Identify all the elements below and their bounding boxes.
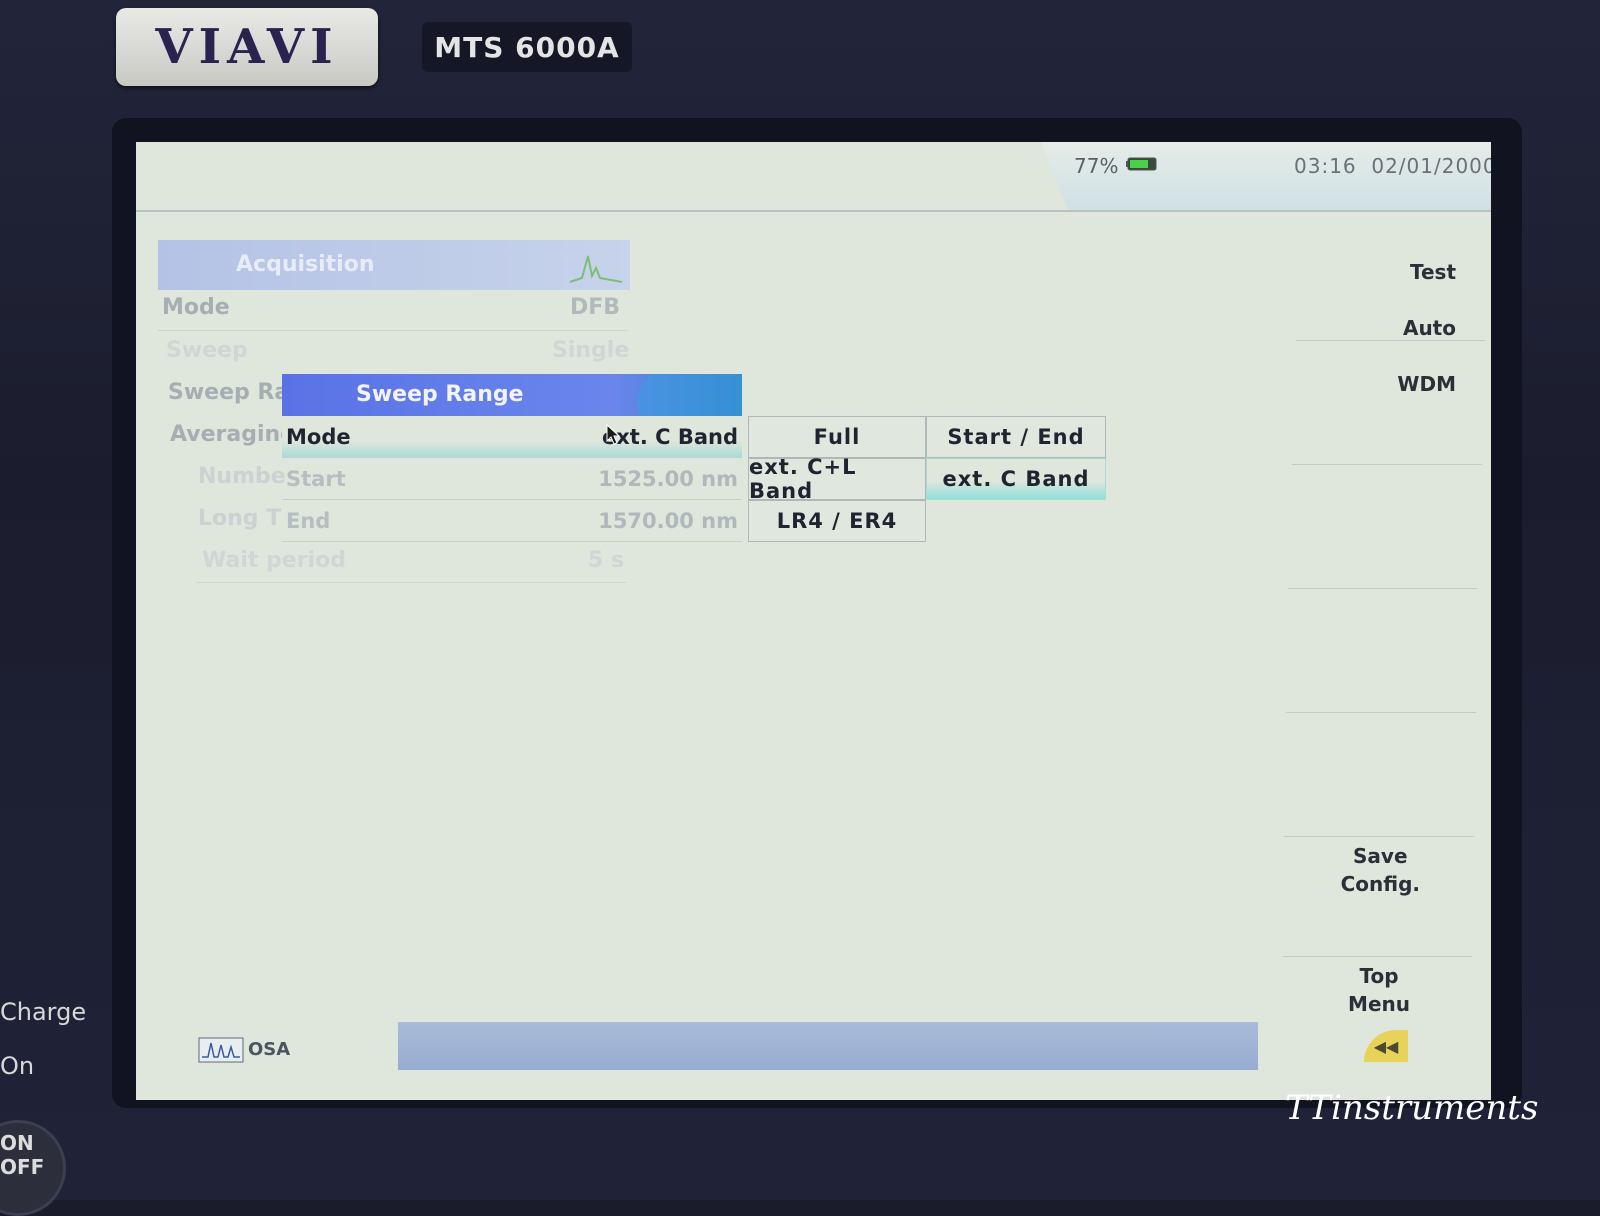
on-label: On — [0, 1052, 35, 1080]
brand-name: VIAVI — [155, 19, 339, 75]
start-value: 1525.00 nm — [598, 467, 738, 491]
option-full-label: Full — [813, 425, 861, 449]
acquisition-header: Acquisition — [158, 240, 630, 290]
softkey-test-auto-wdm[interactable]: Test Auto WDM — [1296, 212, 1486, 396]
sweep-range-title: Sweep Range — [356, 382, 524, 407]
option-lr4-er4-label: LR4 / ER4 — [776, 509, 898, 533]
softkey-3[interactable] — [1288, 464, 1478, 589]
model-plate: MTS 6000A — [422, 22, 632, 72]
divider — [196, 582, 626, 583]
clock: 03:16 02/01/2000 — [1294, 154, 1491, 178]
softkey-5[interactable] — [1284, 712, 1474, 837]
spectrum-icon — [569, 255, 623, 283]
start-label: Start — [286, 467, 346, 491]
acq-wait-value: 5 s — [588, 548, 625, 573]
osa-waveform-icon — [198, 1037, 244, 1063]
option-lr4-er4[interactable]: LR4 / ER4 — [748, 500, 926, 542]
acq-sweep-range-label: Sweep Ra — [168, 380, 290, 405]
option-start-end[interactable]: Start / End — [926, 416, 1106, 458]
time: 03:16 — [1294, 154, 1357, 178]
sweep-range-end-row[interactable]: End 1570.00 nm — [282, 500, 742, 542]
mouse-cursor-icon — [606, 424, 621, 445]
acq-sweep-value: Single — [552, 338, 630, 363]
header-swoosh — [637, 374, 742, 416]
power-off-label: OFF — [0, 1155, 45, 1179]
softkey-4[interactable] — [1286, 588, 1476, 713]
lcd-screen: 77% 03:16 02/01/2000 Acquisition Mode DF… — [136, 142, 1491, 1100]
softkey-save-config[interactable]: Save Config. — [1282, 836, 1472, 957]
acq-number-label: Numbe — [198, 464, 286, 489]
softkey-2[interactable] — [1292, 340, 1482, 465]
softkey-column: Test Auto WDM Save Config. Top Menu — [1276, 212, 1491, 1100]
option-start-end-label: Start / End — [947, 425, 1085, 449]
model-name: MTS 6000A — [434, 30, 620, 64]
acq-mode-value: DFB — [570, 295, 621, 320]
battery-icon — [1126, 157, 1157, 171]
acq-long-term-label: Long T — [198, 506, 282, 531]
end-value: 1570.00 nm — [598, 509, 738, 533]
option-ext-c-band[interactable]: ext. C Band — [926, 458, 1106, 500]
softkey-line-test: Test — [1409, 260, 1456, 284]
option-ext-c-l-band[interactable]: ext. C+L Band — [748, 455, 926, 503]
divider — [158, 330, 628, 331]
bottom-status-bar — [398, 1022, 1258, 1070]
softkey-line-auto: Auto — [1402, 316, 1456, 340]
sweep-range-header: Sweep Range — [282, 374, 742, 416]
mode-value: ext. C Band — [602, 425, 738, 449]
watermark: TTinstruments — [1285, 1088, 1539, 1128]
end-label: End — [286, 509, 331, 533]
sweep-range-mode-row[interactable]: Mode ext. C Band — [282, 416, 742, 458]
option-full[interactable]: Full — [748, 416, 926, 458]
status-bar: 77% 03:16 02/01/2000 — [136, 142, 1491, 212]
softkey-save-config-label: Save Config. — [1340, 844, 1420, 896]
option-ext-c-l-band-label: ext. C+L Band — [749, 455, 857, 503]
acq-mode-label: Mode — [162, 295, 230, 320]
mode-label: Mode — [286, 425, 351, 449]
brand-logo: VIAVI — [116, 8, 378, 86]
acq-sweep-label: Sweep — [166, 338, 248, 363]
date: 02/01/2000 — [1371, 154, 1491, 178]
battery-percent: 77% — [1074, 154, 1119, 178]
sweep-range-start-row[interactable]: Start 1525.00 nm — [282, 458, 742, 500]
acq-wait-label: Wait period — [202, 548, 346, 573]
acquisition-title: Acquisition — [236, 252, 375, 277]
option-ext-c-band-label: ext. C Band — [942, 467, 1090, 491]
charge-label: Charge — [0, 998, 87, 1026]
softkey-top-menu-label: Top Menu — [1348, 964, 1410, 1016]
power-on-label: ON — [0, 1131, 34, 1155]
acq-averaging-label: Averaging — [170, 422, 296, 447]
osa-label: OSA — [248, 1039, 291, 1060]
